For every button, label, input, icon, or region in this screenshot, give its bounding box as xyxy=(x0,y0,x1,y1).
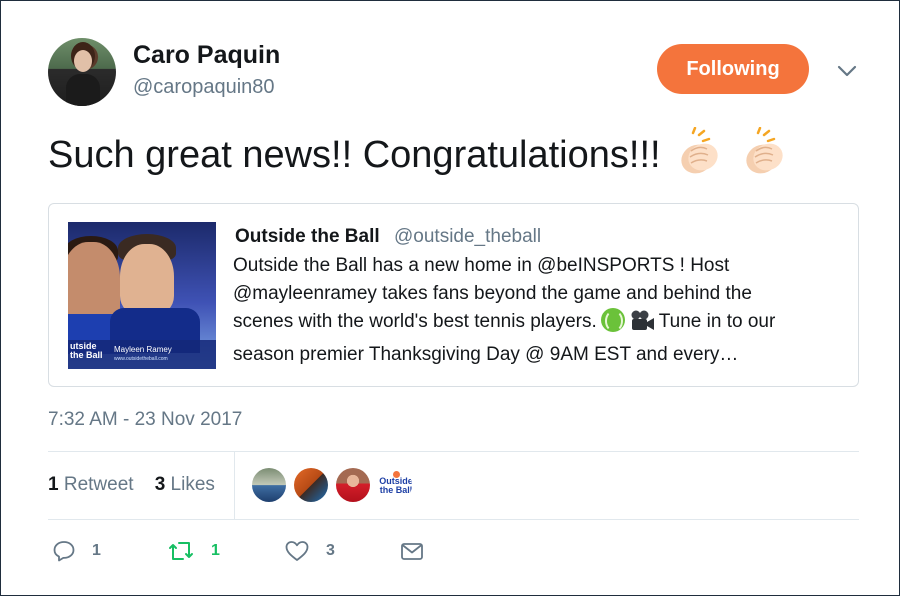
thumbnail-caption-url: www.outsidetheball.com xyxy=(114,356,168,362)
clapping-hands-icon xyxy=(740,126,790,187)
following-button[interactable]: Following xyxy=(657,44,809,94)
direct-message-button[interactable] xyxy=(399,539,425,563)
author-handle[interactable]: @caropaquin80 xyxy=(133,76,275,99)
chevron-down-icon[interactable] xyxy=(835,59,859,83)
tweet-text-content: Such great news!! Congratulations!!! xyxy=(48,134,661,177)
retweet-icon xyxy=(167,539,195,563)
retweets-stat[interactable]: 1 Retweet xyxy=(48,474,134,495)
avatar-head xyxy=(74,50,92,72)
quoted-tweet-thumbnail[interactable]: utside the Ball Mayleen Ramey www.outsid… xyxy=(68,222,216,369)
engagement-stats: 1 Retweet 3 Likes xyxy=(48,474,215,496)
liker-avatar[interactable] xyxy=(252,468,286,502)
quoted-author-name: Outside the Ball xyxy=(235,226,380,247)
quoted-tweet-card[interactable]: utside the Ball Mayleen Ramey www.outsid… xyxy=(48,203,859,387)
thumbnail-caption: Mayleen Ramey xyxy=(114,345,172,354)
avatar-body xyxy=(66,74,100,106)
divider xyxy=(48,451,859,452)
likes-stat[interactable]: 3 Likes xyxy=(155,474,215,495)
tweet-timestamp[interactable]: 7:32 AM - 23 Nov 2017 xyxy=(48,409,242,431)
reply-icon xyxy=(52,539,76,563)
divider xyxy=(48,519,859,520)
divider xyxy=(234,452,235,519)
liker-avatar[interactable]: Outside the Ball xyxy=(378,468,412,502)
retweet-button[interactable]: 1 xyxy=(167,539,220,563)
heart-icon xyxy=(284,539,310,563)
quoted-tweet-text: Outside the Ball has a new home in @beIN… xyxy=(233,255,776,365)
tennis-ball-icon xyxy=(600,308,625,332)
liker-avatar[interactable] xyxy=(294,468,328,502)
thumbnail-logo: utside the Ball xyxy=(70,341,103,360)
author-name[interactable]: Caro Paquin xyxy=(133,41,280,70)
like-count: 3 xyxy=(326,542,335,559)
tweet-text: Such great news!! Congratulations!!! xyxy=(48,126,790,187)
like-button[interactable]: 3 xyxy=(284,539,335,563)
clapping-hands-icon xyxy=(675,126,725,187)
liker-avatar[interactable] xyxy=(336,468,370,502)
movie-camera-icon xyxy=(629,310,655,341)
author-avatar[interactable] xyxy=(48,38,116,106)
reply-button[interactable]: 1 xyxy=(52,539,101,563)
quoted-author-handle: @outside_theball xyxy=(394,226,542,247)
reply-count: 1 xyxy=(92,542,101,559)
envelope-icon xyxy=(399,539,425,563)
tweet-frame: Caro Paquin @caropaquin80 Following Such… xyxy=(0,0,900,596)
retweet-count: 1 xyxy=(211,542,220,559)
